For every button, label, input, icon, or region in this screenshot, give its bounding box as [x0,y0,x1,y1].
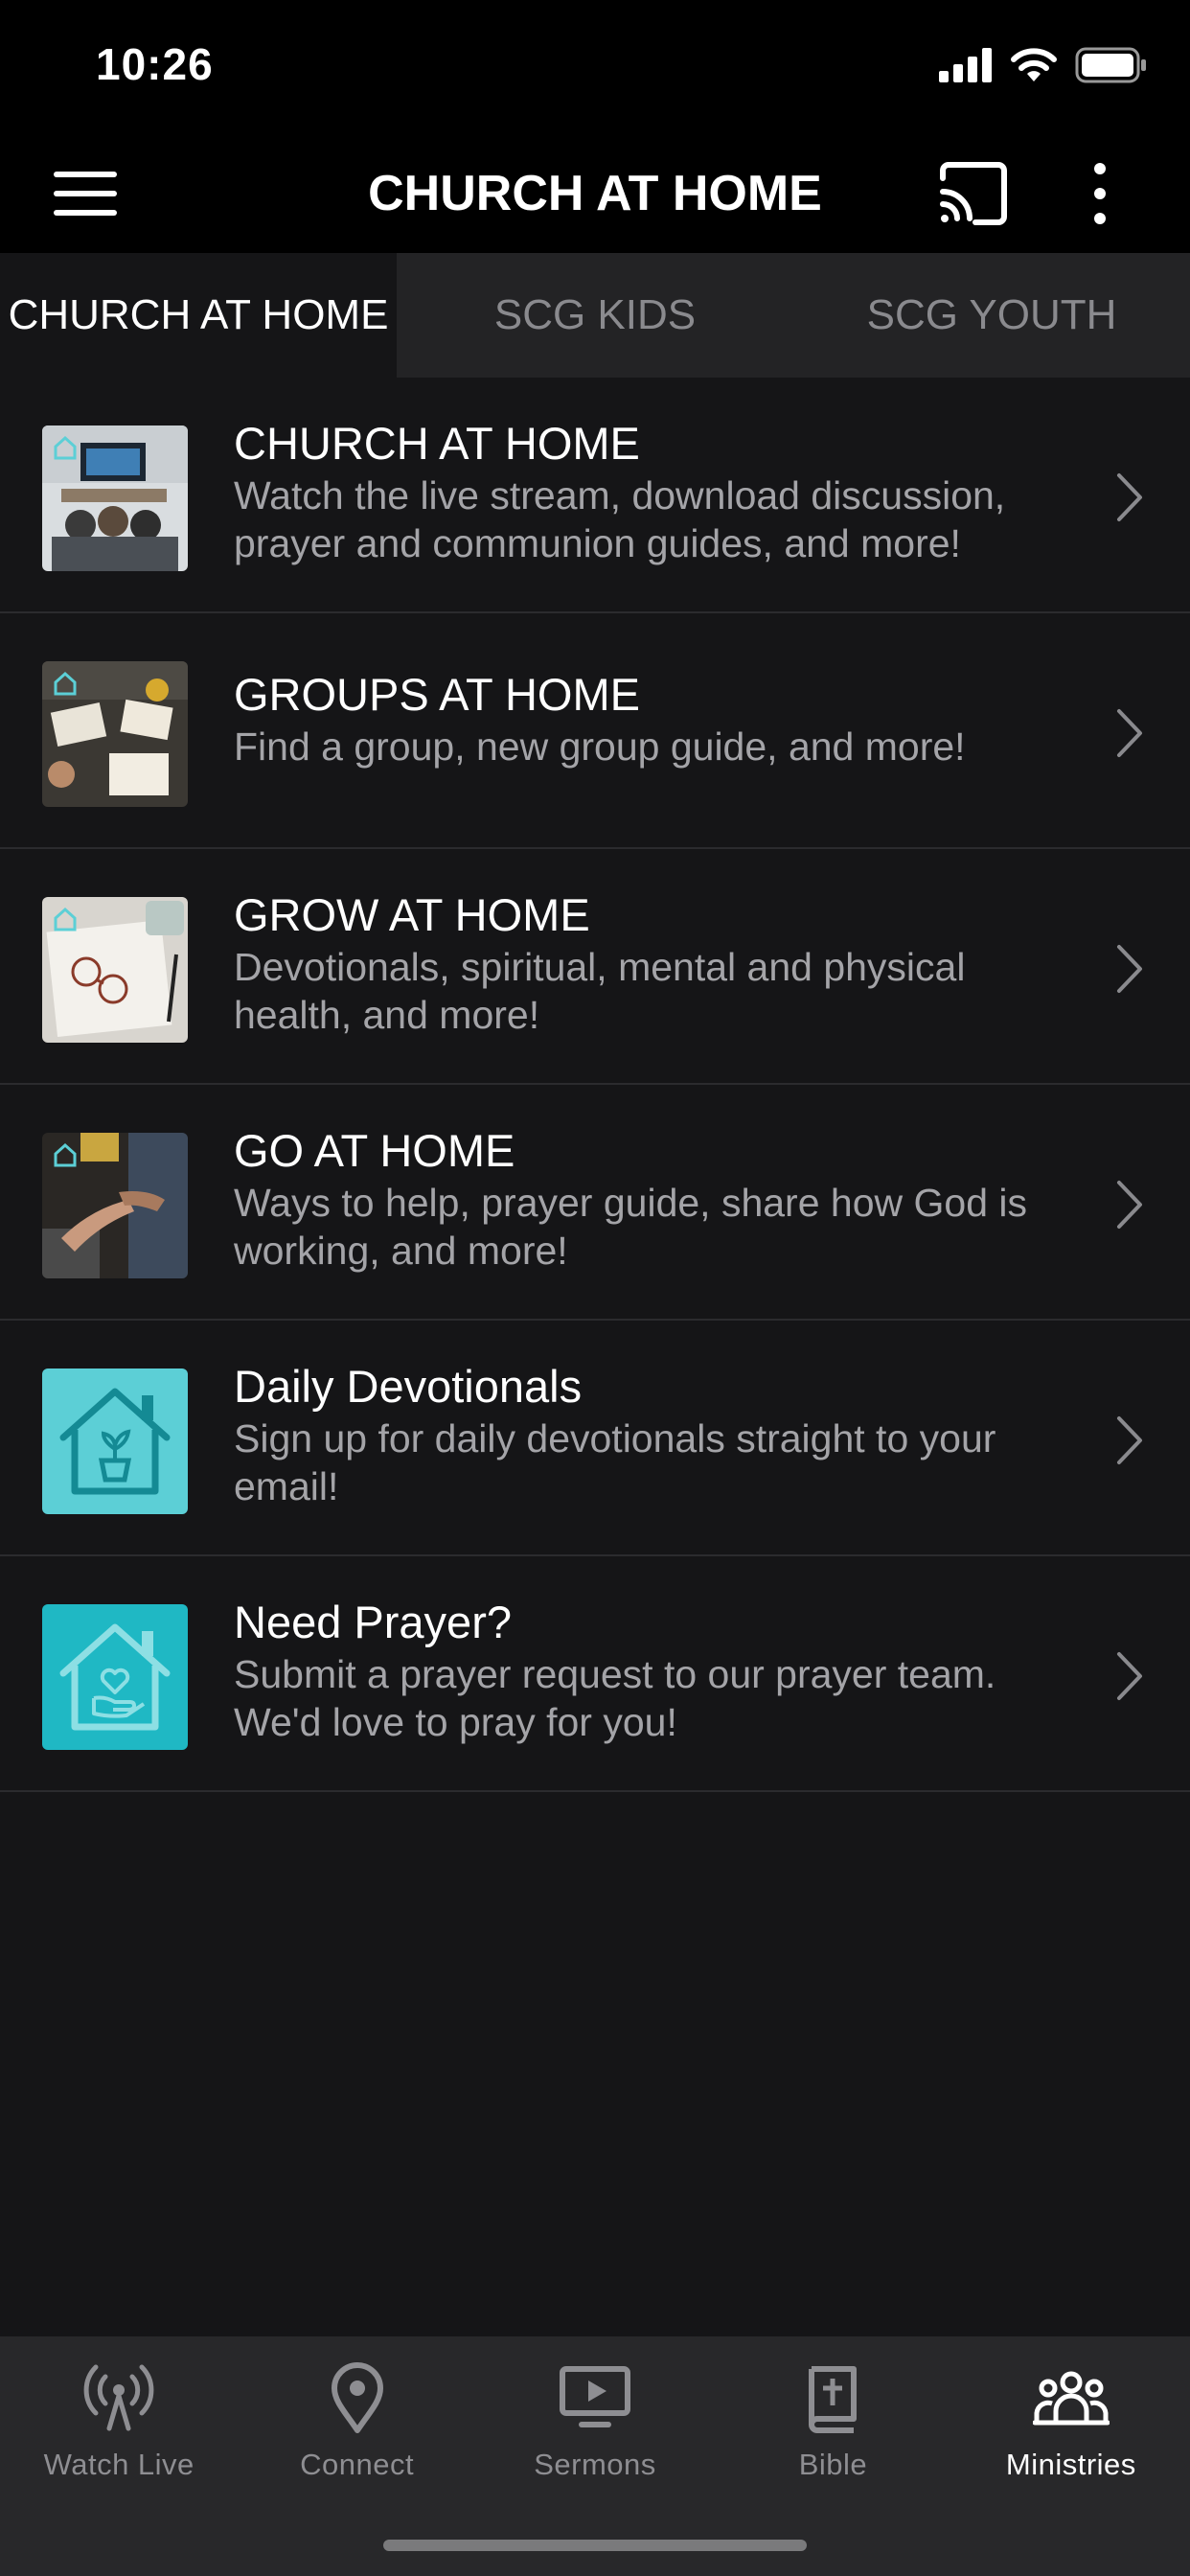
tab-scg-youth[interactable]: SCG YOUTH [793,253,1190,378]
list-item[interactable]: CHURCH AT HOME Watch the live stream, do… [0,378,1190,613]
status-time: 10:26 [96,39,214,89]
tab-label: Connect [300,2448,415,2481]
bible-study-group-image [42,661,188,807]
list-item[interactable]: Need Prayer? Submit a prayer request to … [0,1556,1190,1792]
house-plant-icon [42,1368,188,1514]
tab-church-at-home[interactable]: CHURCH AT HOME [0,253,397,378]
list-item[interactable]: GROW AT HOME Devotionals, spiritual, men… [0,849,1190,1085]
tab-label: Ministries [1005,2448,1136,2481]
tab-watch-live[interactable]: Watch Live [0,2336,238,2509]
broadcast-icon [83,2364,154,2431]
list-item-text: Daily Devotionals Sign up for daily devo… [234,1359,1077,1510]
play-screen-icon [560,2366,631,2427]
tab-sermons[interactable]: Sermons [476,2336,714,2509]
list-item-title: GO AT HOME [234,1125,515,1176]
list-item-title: Need Prayer? [234,1597,512,1647]
notebook-glasses-image [42,897,188,1043]
home-indicator[interactable] [383,2540,807,2551]
tab-label: Sermons [534,2448,656,2481]
chevron-right-icon [1117,1181,1142,1229]
list-item-title: GROUPS AT HOME [234,669,640,720]
app-header: CHURCH AT HOME [0,134,1190,253]
list-item-text: GROUPS AT HOME Find a group, new group g… [234,667,1077,770]
list-item[interactable]: Daily Devotionals Sign up for daily devo… [0,1321,1190,1556]
list-item-text: GO AT HOME Ways to help, prayer guide, s… [234,1123,1077,1275]
list-item-text: GROW AT HOME Devotionals, spiritual, men… [234,887,1077,1039]
list-item-description: Watch the live stream, download discussi… [234,473,1006,565]
list-item-title: Daily Devotionals [234,1361,583,1412]
list-item-text: CHURCH AT HOME Watch the live stream, do… [234,416,1077,567]
list-item-description: Sign up for daily devotionals straight t… [234,1416,996,1508]
status-icons [939,46,1148,84]
tv-living-room-image [42,426,188,571]
chevron-right-icon [1117,473,1142,521]
list-item-text: Need Prayer? Submit a prayer request to … [234,1595,1077,1746]
tab-label: Bible [798,2448,868,2481]
list-item-title: CHURCH AT HOME [234,418,640,469]
map-pin-icon [331,2362,383,2433]
tab-scg-kids[interactable]: SCG KIDS [397,253,793,378]
house-heart-hand-icon [42,1604,188,1750]
list-item[interactable]: GO AT HOME Ways to help, prayer guide, s… [0,1085,1190,1321]
status-bar: 10:26 [0,0,1190,134]
list-item[interactable]: GROUPS AT HOME Find a group, new group g… [0,613,1190,849]
list-item-description: Devotionals, spiritual, mental and physi… [234,945,966,1037]
chevron-right-icon [1117,1416,1142,1464]
tab-ministries[interactable]: Ministries [952,2336,1190,2509]
wifi-icon [1011,48,1057,81]
cellular-signal-icon [939,48,992,82]
list-item-description: Ways to help, prayer guide, share how Go… [234,1181,1028,1273]
helping-hands-image [42,1133,188,1278]
list-item-title: GROW AT HOME [234,889,590,940]
tab-bible[interactable]: Bible [714,2336,951,2509]
chevron-right-icon [1117,1652,1142,1700]
chevron-right-icon [1117,945,1142,993]
bible-icon [809,2366,858,2433]
tab-connect[interactable]: Connect [238,2336,475,2509]
chevron-right-icon [1117,709,1142,757]
ministry-tabs: CHURCH AT HOME SCG KIDS SCG YOUTH [0,253,1190,378]
list-item-description: Find a group, new group guide, and more! [234,724,966,769]
people-group-icon [1032,2371,1110,2426]
battery-icon [1075,47,1146,83]
list-item-description: Submit a prayer request to our prayer te… [234,1652,996,1744]
hamburger-menu-icon[interactable] [54,163,126,224]
page-title: CHURCH AT HOME [368,166,822,221]
tab-label: Watch Live [43,2448,195,2481]
cast-icon[interactable] [937,159,1010,228]
more-options-icon[interactable] [1073,159,1127,228]
ministry-list: CHURCH AT HOME Watch the live stream, do… [0,378,1190,1792]
